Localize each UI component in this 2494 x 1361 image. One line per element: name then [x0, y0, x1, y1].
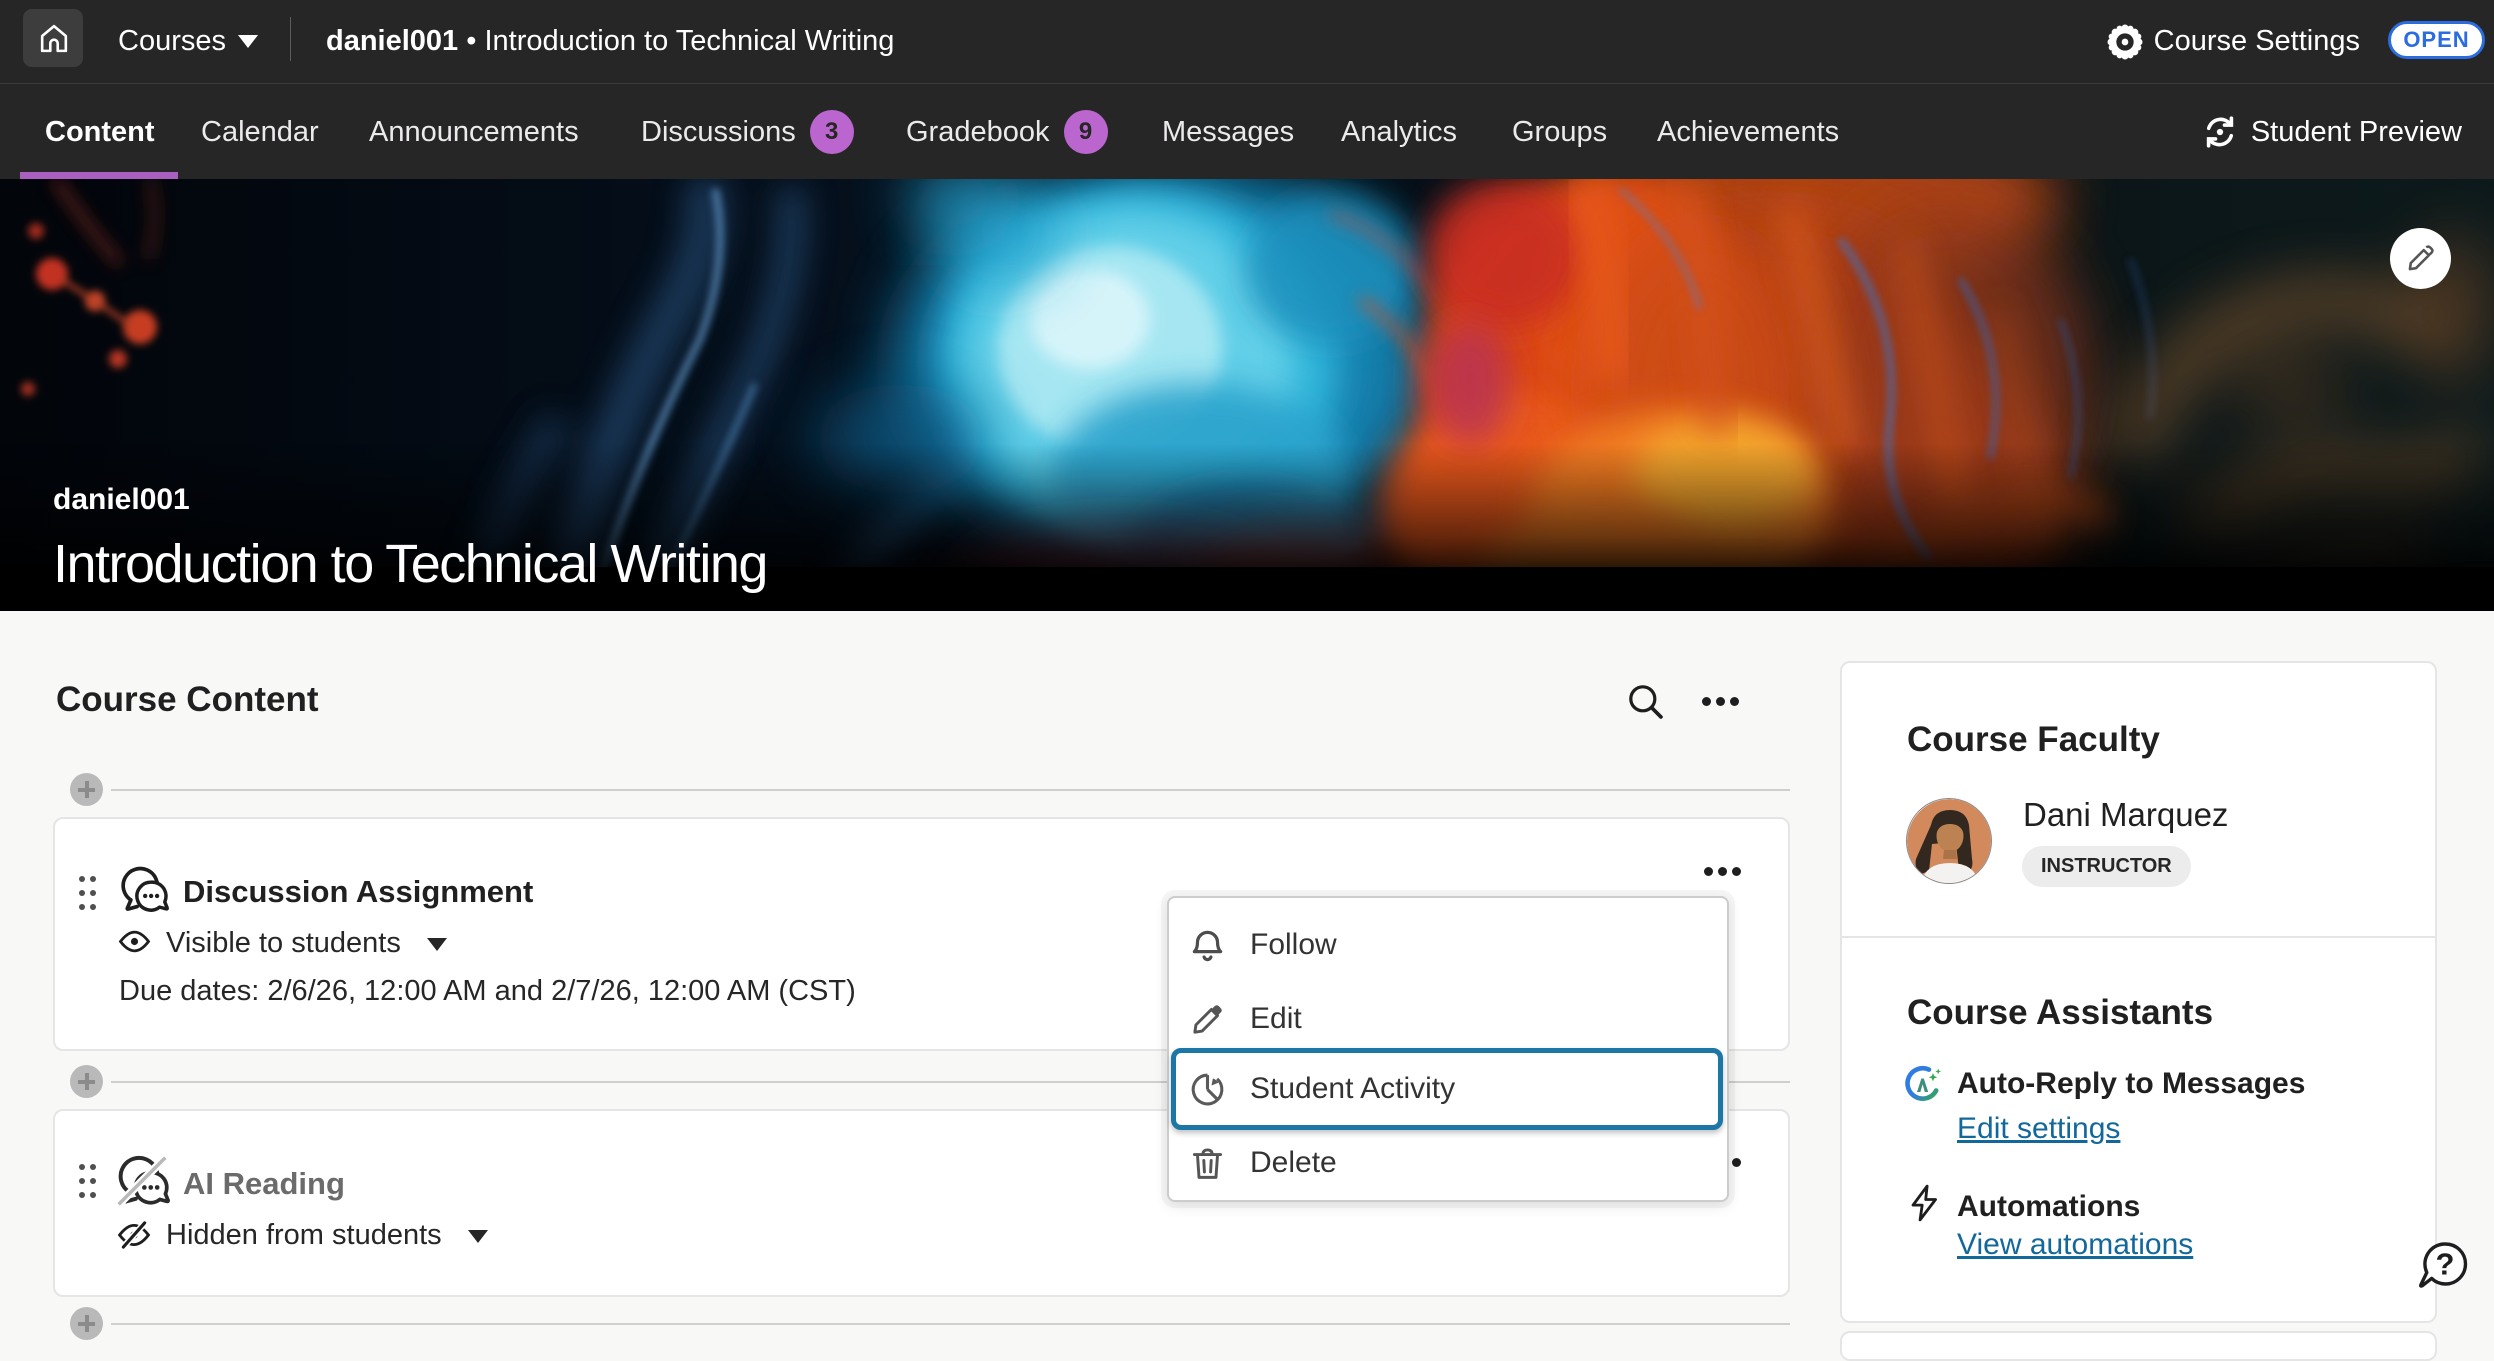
svg-text:?: ? [2436, 1247, 2455, 1282]
